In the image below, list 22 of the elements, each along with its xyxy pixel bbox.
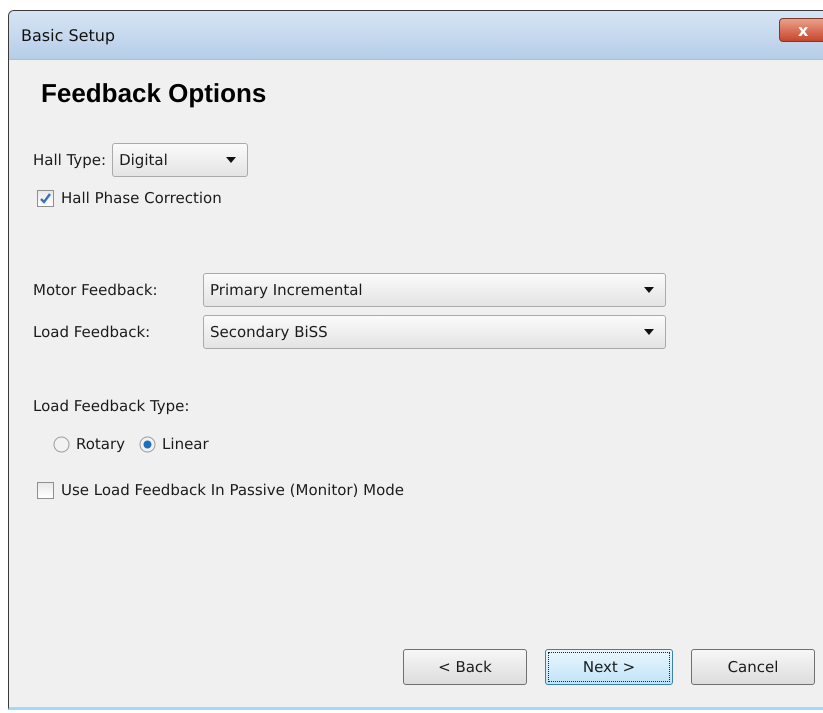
radio-button[interactable]: Linear: [139, 435, 209, 453]
field-label: Load Feedback Type:: [33, 397, 190, 415]
field-label: Load Feedback:: [33, 323, 152, 341]
feedback-dropdown[interactable]: Secondary BiSS: [203, 315, 666, 349]
radio-button[interactable]: Rotary: [53, 435, 126, 453]
caret-icon: [225, 156, 238, 164]
radio-icon: [53, 436, 70, 452]
page-heading: Feedback Options: [41, 78, 268, 109]
feedback-dropdown[interactable]: Primary Incremental: [203, 273, 666, 307]
hall-type-dropdown[interactable]: Digital: [112, 143, 248, 177]
dialog-button[interactable]: < Back: [403, 649, 527, 685]
dialog-button[interactable]: Cancel: [691, 649, 815, 685]
field-label: Hall Type:: [33, 151, 106, 169]
window-title: Basic Setup: [21, 26, 116, 44]
caret-icon: [643, 328, 655, 336]
field-label: Motor Feedback:: [33, 281, 159, 299]
checkbox[interactable]: Hall Phase Correction: [37, 189, 222, 207]
checkmark-icon: [39, 192, 52, 204]
checkbox[interactable]: Use Load Feedback In Passive (Monitor) Mode: [37, 481, 404, 499]
radio-icon: [139, 436, 156, 452]
dialog-button[interactable]: Next >: [545, 649, 673, 685]
caret-icon: [643, 286, 655, 294]
